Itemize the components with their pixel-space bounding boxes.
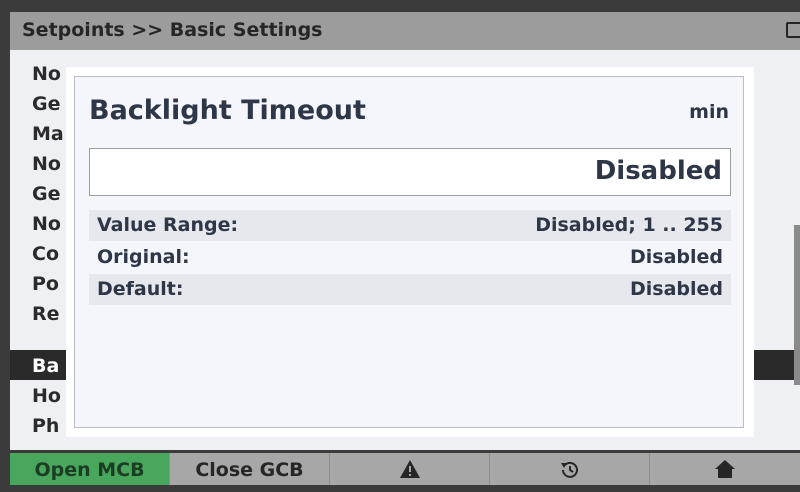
current-value: Disabled [594, 156, 722, 186]
row-label: Default: [97, 278, 184, 300]
warning-icon [399, 460, 420, 478]
open-mcb-button[interactable]: Open MCB [10, 453, 170, 485]
scrollbar[interactable] [794, 225, 800, 385]
row-label: Value Range: [97, 214, 239, 236]
setpoint-dialog: Backlight Timeout min Disabled Value Ran… [74, 76, 744, 428]
home-icon [715, 460, 735, 478]
row-value: Disabled; 1 .. 255 [535, 214, 723, 236]
history-button[interactable] [490, 453, 650, 485]
row-label: Original: [97, 246, 190, 268]
original-row: Original: Disabled [89, 242, 731, 273]
history-icon [560, 461, 578, 478]
row-value: Disabled [629, 246, 723, 268]
row-value: Disabled [629, 278, 723, 300]
softkey-bar: Open MCB Close GCB [10, 453, 800, 485]
close-gcb-button[interactable]: Close GCB [170, 453, 330, 485]
page-title: Setpoints >> Basic Settings [22, 19, 323, 41]
unit-label: min [689, 101, 729, 123]
default-row: Default: Disabled [89, 274, 731, 305]
home-button[interactable] [650, 453, 800, 485]
screen-header: Setpoints >> Basic Settings [10, 12, 800, 50]
dialog-title: Backlight Timeout [89, 95, 366, 126]
value-range-row: Value Range: Disabled; 1 .. 255 [89, 210, 731, 241]
alarm-button[interactable] [330, 453, 490, 485]
battery-icon [786, 22, 800, 38]
value-field[interactable]: Disabled [89, 148, 731, 196]
